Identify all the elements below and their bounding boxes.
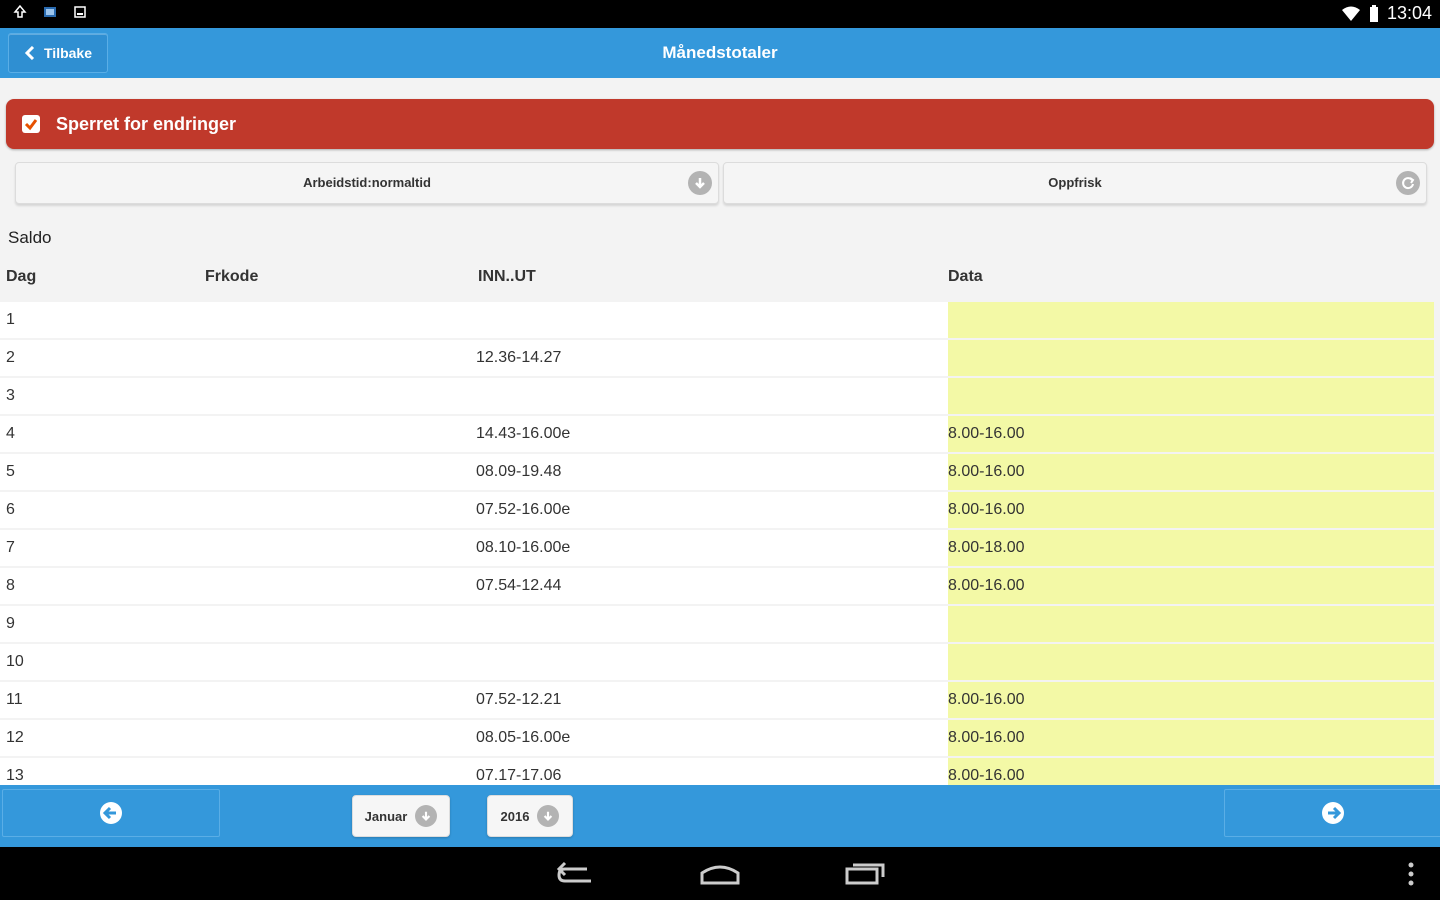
cell-day: 4 xyxy=(6,425,15,442)
locked-banner[interactable]: Sperret for endringer xyxy=(6,99,1434,149)
cell-data[interactable] xyxy=(948,378,1434,414)
cell-inout: 14.43-16.00e xyxy=(476,425,571,442)
locked-checkbox[interactable] xyxy=(22,115,40,133)
cell-day: 7 xyxy=(6,539,15,556)
bottom-bar: Januar 2016 xyxy=(0,785,1440,847)
cell-data[interactable] xyxy=(948,302,1434,338)
cell-day: 1 xyxy=(6,311,15,328)
saldo-table[interactable]: 1 2 12.36-14.27 3 4 14.43-16.00e 8.00-16… xyxy=(0,300,1440,785)
locked-label: Sperret for endringer xyxy=(56,113,237,134)
cell-inout: 07.54-12.44 xyxy=(476,577,562,594)
arrow-down-circle-icon xyxy=(415,805,438,827)
refresh-icon xyxy=(1396,171,1420,195)
worktime-select-label: Arbeidstid:normaltid xyxy=(303,175,431,190)
table-row[interactable]: 9 xyxy=(0,606,1440,642)
upload-icon xyxy=(13,4,27,18)
column-header-frkode: Frkode xyxy=(205,268,259,285)
cell-day: 2 xyxy=(6,349,15,366)
cell-data[interactable]: 8.00-16.00 xyxy=(948,758,1434,785)
table-row[interactable]: 1 xyxy=(0,302,1440,338)
battery-icon xyxy=(1369,4,1378,22)
arrow-down-circle-icon xyxy=(537,805,560,827)
year-select-label: 2016 xyxy=(500,808,530,824)
table-row[interactable]: 11 07.52-12.21 8.00-16.00 xyxy=(0,682,1440,718)
cell-inout: 12.36-14.27 xyxy=(476,349,562,366)
arrow-down-circle-icon xyxy=(688,171,712,195)
system-home-icon[interactable] xyxy=(698,859,742,887)
next-month-button[interactable] xyxy=(1224,789,1440,837)
cell-data[interactable]: 8.00-16.00 xyxy=(948,682,1434,718)
cell-day: 11 xyxy=(6,691,23,708)
refresh-button-label: Oppfrisk xyxy=(1048,175,1102,190)
cell-data[interactable]: 8.00-16.00 xyxy=(948,454,1434,490)
arrow-left-icon xyxy=(100,802,122,824)
cell-data[interactable]: 8.00-16.00 xyxy=(948,720,1434,756)
checkmark-icon xyxy=(24,119,38,131)
cell-data[interactable]: 8.00-16.00 xyxy=(948,492,1434,528)
status-bar: 13:04 xyxy=(0,0,1440,28)
cell-day: 6 xyxy=(6,501,15,518)
page-title: Månedstotaler xyxy=(662,43,778,62)
cell-inout: 08.10-16.00e xyxy=(476,539,571,556)
refresh-button[interactable]: Oppfrisk xyxy=(723,162,1427,204)
chevron-left-icon xyxy=(24,46,35,60)
clock: 13:04 xyxy=(1386,3,1432,23)
system-back-icon[interactable] xyxy=(555,859,597,887)
table-row[interactable]: 4 14.43-16.00e 8.00-16.00 xyxy=(0,416,1440,452)
column-header-data: Data xyxy=(948,268,983,285)
column-header-day: Dag xyxy=(6,268,37,285)
cell-data[interactable]: 8.00-16.00 xyxy=(948,416,1434,452)
cell-data[interactable]: 8.00-16.00 xyxy=(948,568,1434,604)
arrow-right-icon xyxy=(1322,802,1344,824)
previous-month-button[interactable] xyxy=(2,789,220,837)
cell-inout: 08.09-19.48 xyxy=(476,463,562,480)
table-row[interactable]: 7 08.10-16.00e 8.00-18.00 xyxy=(0,530,1440,566)
table-row[interactable]: 12 08.05-16.00e 8.00-16.00 xyxy=(0,720,1440,756)
cell-inout: 07.52-12.21 xyxy=(476,691,562,708)
wifi-icon xyxy=(1341,6,1360,21)
cell-day: 9 xyxy=(6,615,15,632)
table-row[interactable]: 13 07.17-17.06 8.00-16.00 xyxy=(0,758,1440,785)
cell-data[interactable] xyxy=(948,644,1434,680)
cell-data[interactable] xyxy=(948,340,1434,376)
cell-day: 8 xyxy=(6,577,15,594)
worktime-select[interactable]: Arbeidstid:normaltid xyxy=(15,162,719,204)
app-header: Månedstotaler Tilbake xyxy=(0,28,1440,78)
cell-inout: 07.17-17.06 xyxy=(476,767,562,784)
table-row[interactable]: 10 xyxy=(0,644,1440,680)
month-select[interactable]: Januar xyxy=(352,795,450,837)
cell-day: 13 xyxy=(6,767,24,784)
overflow-menu-icon[interactable] xyxy=(1406,861,1416,887)
image-notification-icon xyxy=(44,7,56,17)
cell-inout: 07.52-16.00e xyxy=(476,501,571,518)
cell-day: 5 xyxy=(6,463,15,480)
table-row[interactable]: 6 07.52-16.00e 8.00-16.00 xyxy=(0,492,1440,528)
month-select-label: Januar xyxy=(364,808,408,824)
cell-inout: 08.05-16.00e xyxy=(476,729,571,746)
table-row[interactable]: 5 08.09-19.48 8.00-16.00 xyxy=(0,454,1440,490)
table-row[interactable]: 3 xyxy=(0,378,1440,414)
back-button-label: Tilbake xyxy=(44,45,92,61)
cell-day: 12 xyxy=(6,729,24,746)
table-row[interactable]: 8 07.54-12.44 8.00-16.00 xyxy=(0,568,1440,604)
cell-day: 3 xyxy=(6,387,15,404)
cell-data[interactable]: 8.00-18.00 xyxy=(948,530,1434,566)
column-header-inout: INN..UT xyxy=(478,268,536,285)
system-recents-icon[interactable] xyxy=(843,859,887,887)
section-title: Saldo xyxy=(8,228,52,247)
screenshot-icon xyxy=(74,6,86,18)
year-select[interactable]: 2016 xyxy=(487,795,573,837)
table-row[interactable]: 2 12.36-14.27 xyxy=(0,340,1440,376)
back-button[interactable]: Tilbake xyxy=(8,33,108,73)
cell-data[interactable] xyxy=(948,606,1434,642)
cell-day: 10 xyxy=(6,653,24,670)
system-navigation-bar xyxy=(0,847,1440,900)
